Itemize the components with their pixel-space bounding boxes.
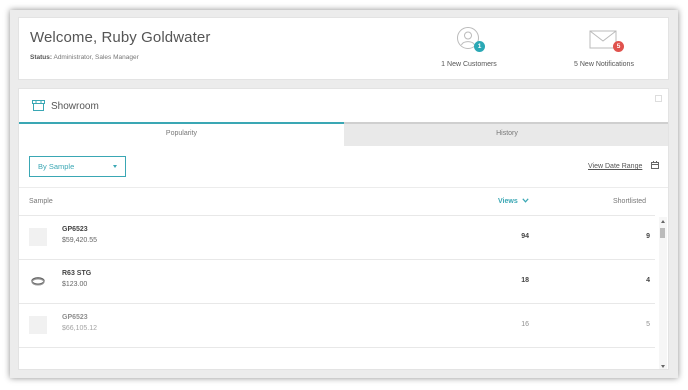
showroom-tabs: Popularity History (19, 122, 668, 146)
sample-price: $59,420.55 (62, 237, 98, 244)
shortlisted-count: 4 (646, 277, 650, 284)
showroom-title: Showroom (51, 101, 99, 112)
user-status: Status: Administrator, Sales Manager (30, 54, 139, 61)
filter-divider (19, 187, 668, 188)
new-customers-stat[interactable]: 1 1 New Customers (429, 26, 509, 68)
sample-price: $123.00 (62, 281, 88, 288)
status-label: Status: (30, 54, 53, 61)
sample-thumbnail (29, 228, 47, 246)
status-value: Administrator, Sales Manager (52, 54, 139, 61)
scroll-up-arrow-icon[interactable] (661, 220, 665, 223)
welcome-title: Welcome, Ruby Goldwater (30, 29, 211, 46)
column-header-views[interactable]: Views (498, 198, 529, 205)
showroom-panel: Showroom Popularity History By Sample Vi… (18, 88, 669, 370)
shortlisted-count: 9 (646, 233, 650, 240)
storefront-icon (32, 100, 45, 111)
tab-popularity[interactable]: Popularity (19, 122, 344, 146)
ring-thumbnail (29, 272, 47, 290)
scroll-down-arrow-icon[interactable] (661, 365, 665, 368)
showroom-header: Showroom (19, 89, 668, 122)
customers-icon-wrap: 1 (429, 26, 509, 54)
sample-name: GP6523 (62, 314, 88, 321)
table-scrollbar[interactable] (659, 217, 667, 369)
tab-history[interactable]: History (344, 122, 668, 146)
welcome-card: Welcome, Ruby Goldwater Status: Administ… (18, 17, 669, 80)
views-header-label: Views (498, 198, 518, 205)
views-count: 94 (521, 233, 529, 240)
customers-badge: 1 (474, 41, 485, 52)
chevron-down-icon (113, 165, 117, 168)
sample-price: $66,105.12 (62, 325, 98, 332)
ring-icon (31, 277, 45, 286)
app-window: Welcome, Ruby Goldwater Status: Administ… (10, 10, 678, 378)
calendar-icon[interactable] (651, 161, 659, 169)
sample-filter-dropdown[interactable]: By Sample (29, 156, 126, 177)
expand-icon[interactable] (655, 95, 662, 102)
sample-thumbnail (29, 316, 47, 334)
column-header-sample: Sample (29, 198, 53, 205)
shortlisted-count: 5 (646, 321, 650, 328)
notifications-badge: 5 (613, 41, 624, 52)
table-row[interactable]: GP6523 $59,420.55 94 9 (19, 216, 655, 260)
new-customers-label: 1 New Customers (441, 61, 497, 68)
notifications-icon-wrap: 5 (559, 26, 649, 54)
table-row[interactable]: GP6523 $66,105.12 16 5 (19, 304, 655, 348)
scroll-thumb[interactable] (660, 228, 665, 238)
sort-chevron-down-icon (522, 198, 529, 203)
view-date-range-link[interactable]: View Date Range (588, 163, 642, 170)
sample-name: GP6523 (62, 226, 88, 233)
column-header-shortlisted: Shortlisted (613, 198, 647, 205)
sample-name: R63 STG (62, 270, 92, 277)
table-row[interactable]: R63 STG $123.00 18 4 (19, 260, 655, 304)
new-notifications-stat[interactable]: 5 5 New Notifications (559, 26, 649, 68)
views-count: 16 (521, 321, 529, 328)
new-notifications-label: 5 New Notifications (574, 61, 634, 68)
views-count: 18 (521, 277, 529, 284)
filter-selected-value: By Sample (38, 162, 75, 171)
